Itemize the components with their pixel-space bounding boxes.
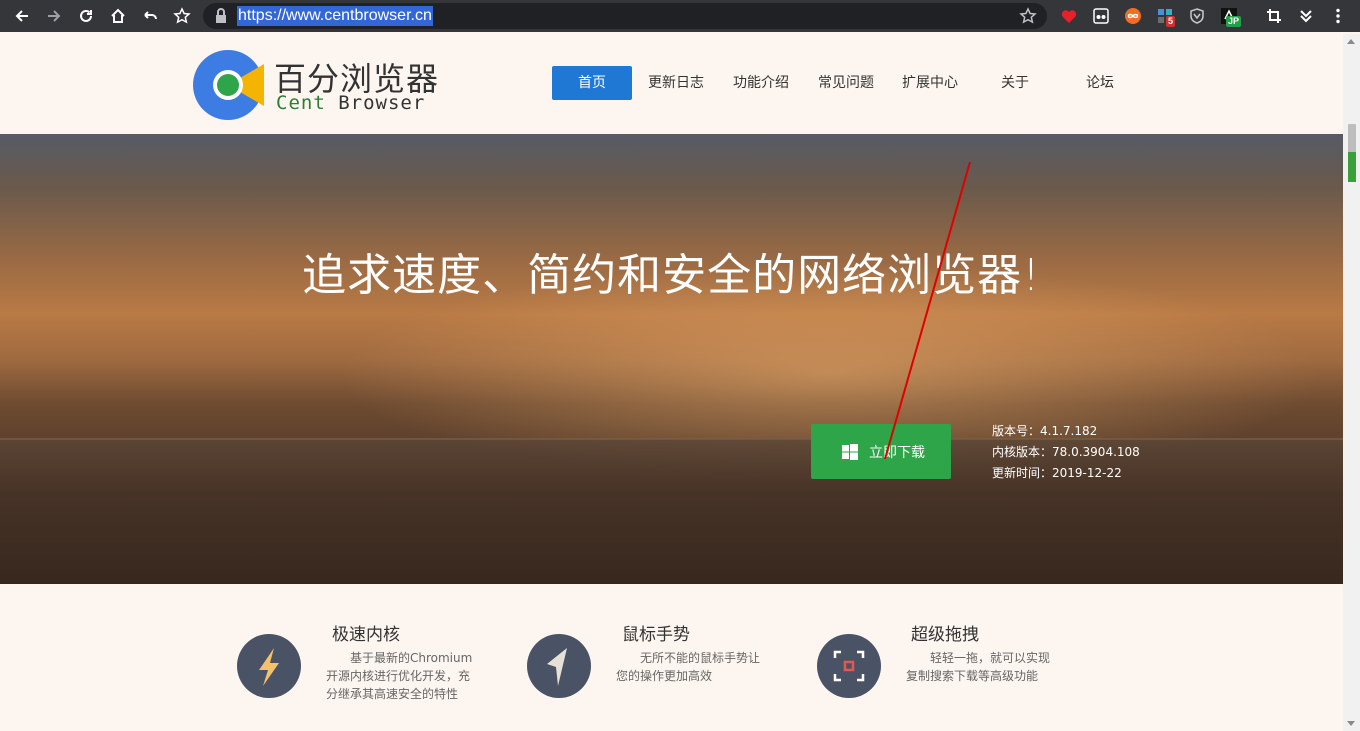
download-label: 立即下载 [869, 445, 925, 461]
home-icon [111, 8, 125, 23]
star-outline-icon [173, 7, 191, 24]
desc-line: 轻轻一拖，就可以实现 [930, 651, 1051, 665]
menu-kebab-icon[interactable] [1329, 7, 1347, 25]
version-number: 版本号：4.1.7.182 [992, 424, 1098, 438]
brand-en-cent: Cent [276, 92, 326, 114]
desc-line: 分继承其高速安全的特性 [326, 687, 459, 701]
sea-background [0, 439, 1343, 584]
desc-line: 基于最新的Chromium [350, 651, 473, 665]
desc-line: 无所不能的鼠标手势让 [640, 651, 761, 665]
home-button[interactable] [104, 0, 132, 32]
scrollbar-indicator [1348, 152, 1356, 182]
feature-gesture-icon-circle [527, 634, 591, 698]
jp-badge: JP [1226, 16, 1242, 27]
desc-line: 开源内核进行优化开发，充 [326, 669, 471, 683]
reload-icon [80, 9, 92, 22]
url-text[interactable]: https://www.centbrowser.cn [237, 6, 433, 26]
bookmark-button[interactable] [168, 0, 196, 32]
browser-toolbar: https://www.centbrowser.cn 5 JP [0, 0, 1360, 32]
extension-with-badge[interactable]: 5 [1156, 7, 1176, 27]
undo-close-tab-button[interactable] [136, 0, 164, 32]
lock-icon [216, 8, 226, 23]
cent-browser-logo[interactable] [192, 50, 264, 120]
nav-extensions[interactable]: 扩展中心 [890, 66, 970, 100]
reload-button[interactable] [72, 0, 100, 32]
badge-count: 5 [1166, 16, 1176, 27]
desc-line: 复制搜索下载等高级功能 [906, 669, 1039, 683]
jp-extension[interactable]: JP [1220, 7, 1242, 27]
forward-arrow-icon [48, 10, 61, 22]
back-button[interactable] [8, 0, 36, 32]
nav-forum[interactable]: 论坛 [1060, 66, 1140, 100]
feature-drag-desc: 轻轻一拖，就可以实现 复制搜索下载等高级功能 [906, 649, 1056, 685]
feature-speed-desc: 基于最新的Chromium 开源内核进行优化开发，充 分继承其高速安全的特性 [326, 649, 476, 703]
reader-extension-icon[interactable] [1092, 7, 1110, 25]
undo-icon [144, 11, 157, 20]
feature-gesture-desc: 无所不能的鼠标手势让 您的操作更加高效 [616, 649, 766, 685]
feature-speed-icon-circle [237, 634, 301, 698]
feature-drag-title: 超级拖拽 [911, 625, 979, 645]
web-page: 百分浏览器 Cent Browser 首页 更新日志 功能介绍 常见问题 扩展中… [0, 34, 1343, 731]
nav-about[interactable]: 关于 [975, 66, 1055, 100]
download-button[interactable]: 立即下载 [811, 424, 951, 479]
update-date: 更新时间：2019-12-22 [992, 466, 1122, 480]
scroll-up-arrow-icon[interactable] [1347, 39, 1355, 44]
hero-banner: 追求速度、简约和安全的网络浏览器! 立即下载 版本号：4.1.7.182 内核版… [0, 134, 1343, 584]
drag-frame-icon [833, 650, 865, 682]
lightning-icon [259, 648, 279, 686]
desc-line: 您的操作更加高效 [616, 669, 713, 683]
scroll-down-arrow-icon[interactable] [1347, 721, 1355, 726]
hero-title: 追求速度、简约和安全的网络浏览器! [302, 250, 1041, 301]
feature-drag-icon-circle [817, 634, 881, 698]
bookmark-star-icon[interactable] [1019, 7, 1037, 25]
horizon-line [0, 438, 1343, 440]
crop-icon[interactable] [1265, 7, 1283, 25]
cursor-arrow-icon [547, 648, 567, 686]
back-arrow-icon [15, 10, 28, 22]
nav-changelog[interactable]: 更新日志 [636, 66, 716, 100]
site-header: 百分浏览器 Cent Browser 首页 更新日志 功能介绍 常见问题 扩展中… [0, 34, 1343, 134]
nav-home[interactable]: 首页 [552, 66, 632, 100]
brand-name-en: Cent Browser [276, 92, 425, 114]
feature-speed-title: 极速内核 [332, 625, 400, 645]
page-scrollbar[interactable] [1343, 34, 1360, 731]
heart-extension-icon[interactable] [1060, 7, 1078, 25]
infinity-extension-icon[interactable] [1124, 7, 1142, 25]
nav-faq[interactable]: 常见问题 [806, 66, 886, 100]
nav-features[interactable]: 功能介绍 [721, 66, 801, 100]
address-bar[interactable]: https://www.centbrowser.cn [203, 3, 1047, 29]
feature-gesture-title: 鼠标手势 [622, 625, 690, 645]
double-chevron-down-icon[interactable] [1297, 7, 1315, 25]
windows-logo-icon [842, 444, 858, 460]
kernel-version: 内核版本：78.0.3904.108 [992, 445, 1140, 459]
brand-en-browser: Browser [325, 92, 426, 114]
shield-extension-icon[interactable] [1188, 7, 1206, 25]
forward-button[interactable] [40, 0, 68, 32]
